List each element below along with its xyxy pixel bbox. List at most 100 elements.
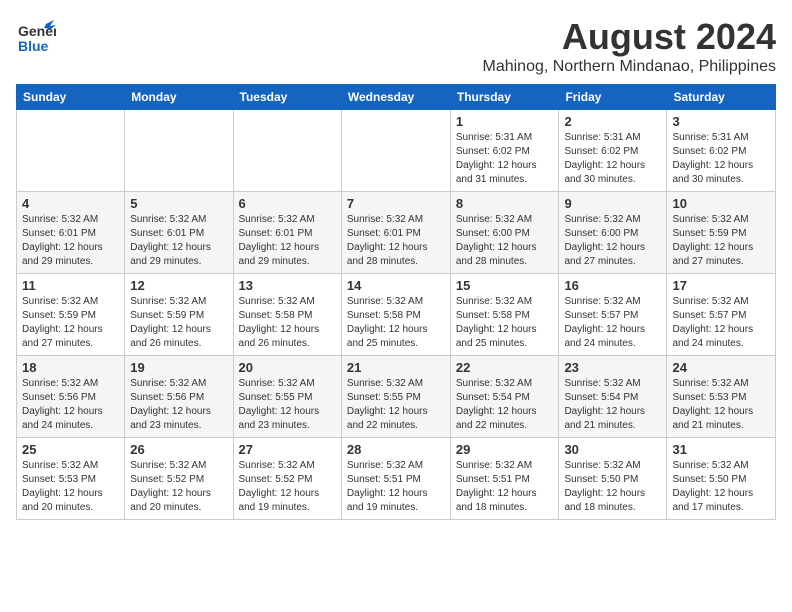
day-info: Sunrise: 5:32 AM Sunset: 5:56 PM Dayligh…	[22, 377, 119, 433]
day-number: 25	[22, 442, 119, 457]
day-number: 16	[564, 278, 661, 293]
calendar-cell: 17 Sunrise: 5:32 AM Sunset: 5:57 PM Dayli…	[667, 274, 776, 356]
day-number: 7	[347, 196, 445, 211]
calendar-cell: 9 Sunrise: 5:32 AM Sunset: 6:00 PM Daylig…	[559, 192, 667, 274]
day-info: Sunrise: 5:32 AM Sunset: 5:53 PM Dayligh…	[672, 377, 770, 433]
title-section: August 2024 Mahinog, Northern Mindanao, …	[482, 16, 776, 76]
day-info: Sunrise: 5:32 AM Sunset: 6:01 PM Dayligh…	[347, 213, 445, 269]
day-number: 10	[672, 196, 770, 211]
calendar-cell: 19 Sunrise: 5:32 AM Sunset: 5:56 PM Dayli…	[125, 356, 233, 438]
calendar-cell: 21 Sunrise: 5:32 AM Sunset: 5:55 PM Dayli…	[341, 356, 450, 438]
day-number: 8	[456, 196, 554, 211]
day-number: 6	[239, 196, 336, 211]
weekday-header-saturday: Saturday	[667, 85, 776, 110]
calendar-cell: 2Sunrise: 5:31 AM Sunset: 6:02 PM Daylig…	[559, 110, 667, 192]
calendar-cell: 28 Sunrise: 5:32 AM Sunset: 5:51 PM Dayli…	[341, 438, 450, 520]
weekday-header-monday: Monday	[125, 85, 233, 110]
day-info: Sunrise: 5:32 AM Sunset: 5:54 PM Dayligh…	[564, 377, 661, 433]
weekday-header-friday: Friday	[559, 85, 667, 110]
day-info: Sunrise: 5:32 AM Sunset: 6:01 PM Dayligh…	[130, 213, 227, 269]
day-number: 9	[564, 196, 661, 211]
calendar-cell: 16 Sunrise: 5:32 AM Sunset: 5:57 PM Dayli…	[559, 274, 667, 356]
calendar-cell: 14Sunrise: 5:32 AM Sunset: 5:58 PM Dayli…	[341, 274, 450, 356]
day-info: Sunrise: 5:32 AM Sunset: 5:50 PM Dayligh…	[564, 459, 661, 515]
day-number: 1	[456, 114, 554, 129]
day-number: 2	[564, 114, 661, 129]
day-info: Sunrise: 5:32 AM Sunset: 5:57 PM Dayligh…	[672, 295, 770, 351]
day-number: 18	[22, 360, 119, 375]
calendar-cell: 23 Sunrise: 5:32 AM Sunset: 5:54 PM Dayli…	[559, 356, 667, 438]
calendar-table: SundayMondayTuesdayWednesdayThursdayFrid…	[16, 84, 776, 520]
day-number: 27	[239, 442, 336, 457]
weekday-header-tuesday: Tuesday	[233, 85, 341, 110]
calendar-cell: 30 Sunrise: 5:32 AM Sunset: 5:50 PM Dayli…	[559, 438, 667, 520]
calendar-cell: 27Sunrise: 5:32 AM Sunset: 5:52 PM Dayli…	[233, 438, 341, 520]
day-info: Sunrise: 5:32 AM Sunset: 5:59 PM Dayligh…	[130, 295, 227, 351]
calendar-cell	[125, 110, 233, 192]
calendar-cell: 31 Sunrise: 5:32 AM Sunset: 5:50 PM Dayli…	[667, 438, 776, 520]
day-number: 22	[456, 360, 554, 375]
calendar-cell: 20Sunrise: 5:32 AM Sunset: 5:55 PM Dayli…	[233, 356, 341, 438]
day-number: 17	[672, 278, 770, 293]
day-info: Sunrise: 5:32 AM Sunset: 5:55 PM Dayligh…	[347, 377, 445, 433]
weekday-header-row: SundayMondayTuesdayWednesdayThursdayFrid…	[17, 85, 776, 110]
day-info: Sunrise: 5:32 AM Sunset: 5:59 PM Dayligh…	[672, 213, 770, 269]
day-number: 12	[130, 278, 227, 293]
calendar-cell: 25 Sunrise: 5:32 AM Sunset: 5:53 PM Dayli…	[17, 438, 125, 520]
day-info: Sunrise: 5:32 AM Sunset: 5:51 PM Dayligh…	[456, 459, 554, 515]
day-number: 13	[239, 278, 336, 293]
page-header: General Blue August 2024 Mahinog, Northe…	[16, 16, 776, 76]
calendar-cell: 18 Sunrise: 5:32 AM Sunset: 5:56 PM Dayli…	[17, 356, 125, 438]
calendar-week-5: 25 Sunrise: 5:32 AM Sunset: 5:53 PM Dayli…	[17, 438, 776, 520]
calendar-cell: 29Sunrise: 5:32 AM Sunset: 5:51 PM Dayli…	[450, 438, 559, 520]
day-info: Sunrise: 5:32 AM Sunset: 5:58 PM Dayligh…	[347, 295, 445, 351]
day-number: 28	[347, 442, 445, 457]
calendar-cell: 11Sunrise: 5:32 AM Sunset: 5:59 PM Dayli…	[17, 274, 125, 356]
calendar-cell: 5 Sunrise: 5:32 AM Sunset: 6:01 PM Daylig…	[125, 192, 233, 274]
logo-icon: General Blue	[16, 16, 56, 56]
calendar-cell: 24Sunrise: 5:32 AM Sunset: 5:53 PM Dayli…	[667, 356, 776, 438]
day-info: Sunrise: 5:31 AM Sunset: 6:02 PM Dayligh…	[456, 131, 554, 187]
calendar-cell: 4 Sunrise: 5:32 AM Sunset: 6:01 PM Daylig…	[17, 192, 125, 274]
day-number: 15	[456, 278, 554, 293]
logo: General Blue	[16, 16, 56, 56]
calendar-cell: 6 Sunrise: 5:32 AM Sunset: 6:01 PM Daylig…	[233, 192, 341, 274]
calendar-cell: 1 Sunrise: 5:31 AM Sunset: 6:02 PM Daylig…	[450, 110, 559, 192]
day-info: Sunrise: 5:32 AM Sunset: 5:58 PM Dayligh…	[239, 295, 336, 351]
day-info: Sunrise: 5:32 AM Sunset: 5:56 PM Dayligh…	[130, 377, 227, 433]
day-number: 19	[130, 360, 227, 375]
day-info: Sunrise: 5:32 AM Sunset: 5:57 PM Dayligh…	[564, 295, 661, 351]
day-number: 31	[672, 442, 770, 457]
day-info: Sunrise: 5:32 AM Sunset: 5:50 PM Dayligh…	[672, 459, 770, 515]
day-info: Sunrise: 5:32 AM Sunset: 5:53 PM Dayligh…	[22, 459, 119, 515]
day-info: Sunrise: 5:32 AM Sunset: 6:00 PM Dayligh…	[564, 213, 661, 269]
day-number: 26	[130, 442, 227, 457]
day-number: 23	[564, 360, 661, 375]
calendar-week-3: 11Sunrise: 5:32 AM Sunset: 5:59 PM Dayli…	[17, 274, 776, 356]
calendar-cell	[233, 110, 341, 192]
day-number: 21	[347, 360, 445, 375]
day-info: Sunrise: 5:31 AM Sunset: 6:02 PM Dayligh…	[672, 131, 770, 187]
calendar-cell: 3Sunrise: 5:31 AM Sunset: 6:02 PM Daylig…	[667, 110, 776, 192]
calendar-week-1: 1 Sunrise: 5:31 AM Sunset: 6:02 PM Daylig…	[17, 110, 776, 192]
day-number: 20	[239, 360, 336, 375]
svg-text:Blue: Blue	[18, 38, 49, 54]
calendar-cell: 10 Sunrise: 5:32 AM Sunset: 5:59 PM Dayli…	[667, 192, 776, 274]
calendar-cell: 12 Sunrise: 5:32 AM Sunset: 5:59 PM Dayli…	[125, 274, 233, 356]
day-info: Sunrise: 5:32 AM Sunset: 5:51 PM Dayligh…	[347, 459, 445, 515]
calendar-cell: 13 Sunrise: 5:32 AM Sunset: 5:58 PM Dayli…	[233, 274, 341, 356]
day-number: 30	[564, 442, 661, 457]
calendar-week-4: 18 Sunrise: 5:32 AM Sunset: 5:56 PM Dayli…	[17, 356, 776, 438]
day-info: Sunrise: 5:32 AM Sunset: 5:59 PM Dayligh…	[22, 295, 119, 351]
calendar-week-2: 4 Sunrise: 5:32 AM Sunset: 6:01 PM Daylig…	[17, 192, 776, 274]
day-number: 5	[130, 196, 227, 211]
weekday-header-wednesday: Wednesday	[341, 85, 450, 110]
location-subtitle: Mahinog, Northern Mindanao, Philippines	[482, 58, 776, 76]
weekday-header-thursday: Thursday	[450, 85, 559, 110]
weekday-header-sunday: Sunday	[17, 85, 125, 110]
day-number: 4	[22, 196, 119, 211]
calendar-cell: 26Sunrise: 5:32 AM Sunset: 5:52 PM Dayli…	[125, 438, 233, 520]
day-info: Sunrise: 5:32 AM Sunset: 6:01 PM Dayligh…	[22, 213, 119, 269]
calendar-cell	[341, 110, 450, 192]
day-info: Sunrise: 5:32 AM Sunset: 6:01 PM Dayligh…	[239, 213, 336, 269]
